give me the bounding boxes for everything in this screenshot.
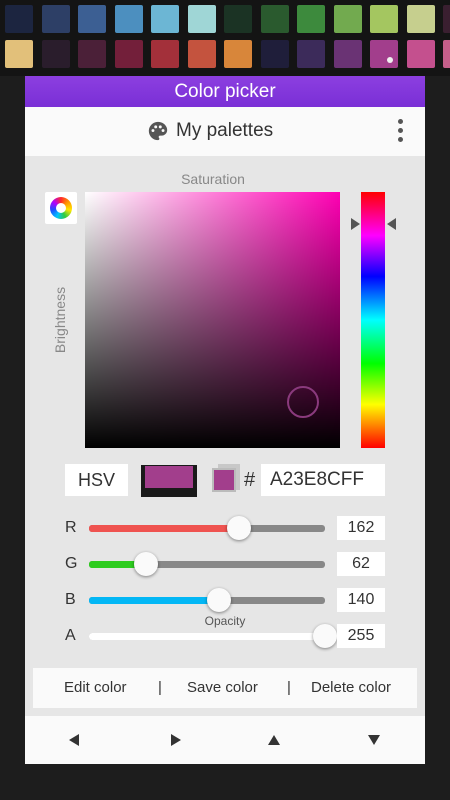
color-swatch[interactable] (297, 40, 325, 68)
previous-color-swatch[interactable] (210, 464, 240, 494)
color-swatch[interactable] (5, 40, 33, 68)
color-swatch[interactable] (260, 5, 289, 33)
saturation-label: Saturation (181, 171, 245, 187)
color-swatch[interactable] (260, 40, 289, 68)
delete-color-button[interactable]: Delete color (311, 668, 391, 708)
color-swatch[interactable] (151, 5, 179, 33)
color-swatch[interactable] (370, 40, 398, 68)
slider-thumb-r[interactable] (226, 516, 251, 540)
channel-slider-a[interactable] (89, 633, 325, 640)
color-mode-button[interactable]: HSV (65, 464, 128, 496)
color-swatch[interactable] (78, 40, 106, 68)
separator: | (287, 679, 291, 696)
color-swatch[interactable] (333, 40, 362, 68)
color-swatch[interactable] (443, 5, 450, 33)
channel-slider-g[interactable] (89, 561, 325, 568)
color-swatch[interactable] (224, 5, 252, 33)
arrow-up-icon[interactable] (268, 735, 280, 745)
arrow-down-icon[interactable] (368, 735, 380, 745)
save-color-button[interactable]: Save color (187, 668, 258, 708)
sv-cursor[interactable] (287, 386, 319, 418)
slider-thumb-b[interactable] (206, 588, 231, 612)
color-swatch[interactable] (406, 40, 435, 68)
navigation-bar (25, 716, 425, 764)
color-wheel-icon[interactable] (45, 192, 77, 224)
hash-symbol: # (244, 469, 256, 491)
arrow-left-icon[interactable] (69, 734, 79, 746)
channel-label-a: A (65, 627, 76, 644)
channel-label-r: R (65, 519, 77, 536)
dialog-title: Color picker (25, 76, 425, 107)
color-swatch[interactable] (78, 5, 106, 33)
color-swatch[interactable] (151, 40, 179, 68)
channel-slider-r[interactable] (89, 525, 325, 532)
separator: | (158, 679, 162, 696)
slider-thumb-g[interactable] (134, 552, 159, 576)
channel-value-a[interactable]: 255 (337, 624, 385, 648)
palette-swatch-bar (0, 0, 450, 76)
color-swatch[interactable] (187, 40, 216, 68)
color-swatch[interactable] (41, 5, 70, 33)
channel-label-b: B (65, 591, 76, 608)
channel-value-b[interactable]: 140 (337, 588, 385, 612)
channel-value-g[interactable]: 62 (337, 552, 385, 576)
palette-icon (148, 121, 168, 141)
palettes-bar[interactable]: My palettes (25, 107, 425, 156)
color-swatch[interactable] (406, 5, 435, 33)
color-picker-dialog: Color picker My palettes Saturation Brig… (25, 76, 425, 764)
channel-value-r[interactable]: 162 (337, 516, 385, 540)
color-swatch[interactable] (114, 5, 143, 33)
color-swatch[interactable] (5, 5, 33, 33)
color-actions-bar: Edit color | Save color | Delete color (33, 668, 417, 708)
edit-color-button[interactable]: Edit color (64, 668, 127, 708)
hex-input[interactable]: A23E8CFF (261, 464, 385, 496)
hue-slider[interactable] (361, 192, 385, 448)
current-color-preview (141, 465, 197, 497)
slider-thumb-a[interactable] (313, 624, 337, 648)
color-swatch[interactable] (297, 5, 325, 33)
color-swatch[interactable] (114, 40, 143, 68)
color-swatch[interactable] (224, 40, 252, 68)
palettes-label: My palettes (176, 120, 274, 141)
opacity-label: Opacity (204, 614, 246, 628)
color-swatch[interactable] (187, 5, 216, 33)
color-swatch[interactable] (333, 5, 362, 33)
brightness-label: Brightness (52, 286, 68, 354)
hue-marker-right-icon[interactable] (387, 218, 396, 230)
color-swatch[interactable] (443, 40, 450, 68)
saturation-brightness-square[interactable] (85, 192, 340, 448)
more-options-icon[interactable] (391, 119, 411, 145)
hue-marker-left-icon[interactable] (351, 218, 360, 230)
arrow-right-icon[interactable] (171, 734, 181, 746)
color-swatch[interactable] (370, 5, 398, 33)
channel-label-g: G (65, 555, 78, 572)
color-swatch[interactable] (41, 40, 70, 68)
